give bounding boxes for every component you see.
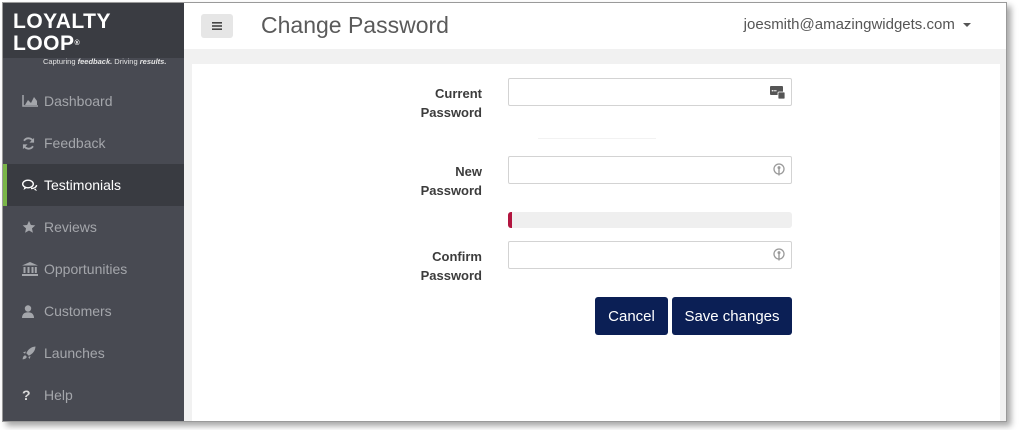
sidebar-item-help[interactable]: ? Help [3, 374, 184, 416]
sidebar-item-customers[interactable]: Customers [3, 290, 184, 332]
new-password-label: New Password [420, 164, 482, 198]
sidebar-nav: Dashboard Feedback Testimonials Reviews [3, 58, 184, 416]
hamburger-menu-button[interactable] [201, 14, 233, 38]
brand-area[interactable]: LOYALTY LOOP® Capturing feedback. Drivin… [3, 3, 184, 66]
save-changes-button[interactable]: Save changes [672, 297, 792, 335]
sidebar: LOYALTY LOOP® Capturing feedback. Drivin… [3, 3, 184, 421]
sidebar-item-label: Customers [44, 303, 112, 319]
area-chart-icon [22, 95, 44, 107]
app-window: LOYALTY LOOP® Capturing feedback. Drivin… [2, 2, 1007, 422]
cancel-button[interactable]: Cancel [595, 297, 668, 335]
caret-down-icon [963, 23, 971, 28]
tagline: Capturing feedback. Driving results. [43, 57, 167, 66]
sidebar-item-label: Launches [44, 345, 105, 361]
sidebar-item-reviews[interactable]: Reviews [3, 206, 184, 248]
sidebar-item-label: Reviews [44, 219, 97, 235]
sidebar-item-testimonials[interactable]: Testimonials [3, 164, 184, 206]
bank-icon [22, 262, 44, 276]
sidebar-item-label: Feedback [44, 135, 106, 151]
user-account-dropdown[interactable]: joesmith@amazingwidgets.com [744, 16, 971, 33]
star-icon [22, 220, 44, 234]
sidebar-item-launches[interactable]: Launches [3, 332, 184, 374]
comments-icon [22, 179, 44, 192]
current-password-field[interactable]: ••• [508, 78, 792, 106]
rocket-icon [22, 346, 44, 360]
user-icon [22, 304, 44, 318]
password-manager-icon: ••• [770, 85, 786, 104]
key-icon [773, 248, 785, 267]
hamburger-icon [212, 17, 222, 35]
sidebar-item-label: Opportunities [44, 261, 128, 277]
confirm-password-field[interactable] [508, 241, 792, 269]
top-bar: Change Password joesmith@amazingwidgets.… [184, 3, 1006, 49]
user-email: joesmith@amazingwidgets.com [743, 16, 955, 33]
strength-meter-fill [508, 212, 512, 228]
sidebar-item-label: Dashboard [44, 93, 113, 109]
password-strength-meter [508, 212, 792, 228]
divider [538, 138, 656, 139]
page-title: Change Password [261, 12, 449, 38]
confirm-password-label: Confirm Password [420, 249, 482, 283]
key-icon [773, 163, 785, 182]
refresh-icon [22, 136, 44, 150]
current-password-label: Current Password [420, 86, 482, 120]
sidebar-item-opportunities[interactable]: Opportunities [3, 248, 184, 290]
new-password-field[interactable] [508, 156, 792, 184]
svg-text:•••: ••• [772, 89, 778, 95]
sidebar-item-label: Help [44, 387, 73, 403]
sidebar-item-label: Testimonials [44, 177, 122, 193]
question-icon: ? [22, 387, 31, 403]
sidebar-item-dashboard[interactable]: Dashboard [3, 80, 184, 122]
logo: LOYALTY LOOP® [13, 10, 111, 55]
change-password-panel: Current Password ••• New Password Confir… [192, 64, 1000, 421]
sidebar-item-feedback[interactable]: Feedback [3, 122, 184, 164]
